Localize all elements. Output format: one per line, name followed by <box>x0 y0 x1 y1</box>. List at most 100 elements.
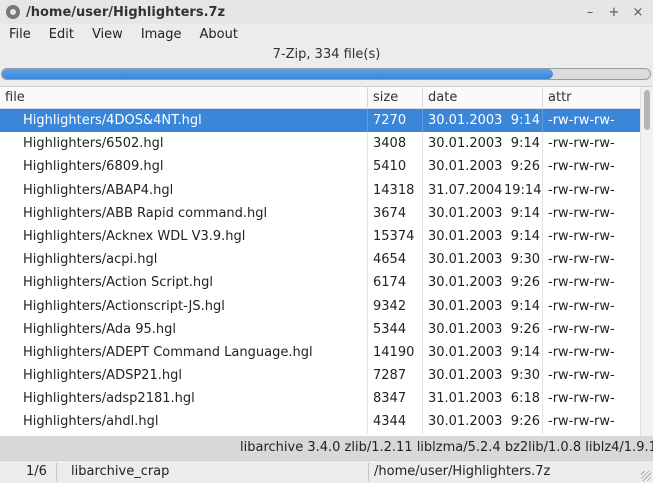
cell-size: 4654 <box>368 248 423 272</box>
scrollbar-thumb[interactable] <box>644 90 650 130</box>
cell-date: 30.01.2003 9:14 <box>423 201 543 225</box>
cell-date-time: 9:14 <box>510 113 540 128</box>
cell-date-time: 9:30 <box>510 368 540 384</box>
cell-size: 7287 <box>368 364 423 388</box>
column-header-attr[interactable]: attr <box>543 87 640 109</box>
table-row[interactable]: Highlighters/Actionscript-JS.hgl 9342 30.0… <box>0 294 640 318</box>
status-divider <box>56 463 57 481</box>
menu-edit[interactable]: Edit <box>40 27 83 42</box>
cell-date: 31.01.2003 6:18 <box>423 387 543 411</box>
cell-date-day: 30.01.2003 <box>428 344 503 360</box>
cell-date-day: 30.01.2003 <box>428 298 503 314</box>
file-table: file size date attr Highlighters/4DOS&4N… <box>0 86 653 436</box>
table-row[interactable]: Highlighters/Ada 95.hgl 5344 30.01.2003 9:2… <box>0 317 640 341</box>
maximize-button[interactable]: + <box>605 3 623 21</box>
window-title: /home/user/Highlighters.7z <box>26 4 226 20</box>
library-versions: libarchive 3.4.0 zlib/1.2.11 liblzma/5.2… <box>240 440 653 455</box>
cell-date: 30.01.2003 9:26 <box>423 317 543 341</box>
cell-file: Highlighters/6809.hgl <box>0 155 368 179</box>
archive-path: /home/user/Highlighters.7z <box>374 464 551 479</box>
close-button[interactable]: × <box>629 3 647 21</box>
archive-summary: 7-Zip, 334 file(s) <box>272 47 381 62</box>
menu-view[interactable]: View <box>83 27 132 42</box>
cell-size: 5410 <box>368 155 423 179</box>
resize-grip[interactable] <box>641 471 651 481</box>
cell-size: 3408 <box>368 132 423 156</box>
title-bar: /home/user/Highlighters.7z – + × <box>0 0 653 24</box>
app-icon <box>6 5 20 19</box>
cell-size: 3674 <box>368 201 423 225</box>
menu-about[interactable]: About <box>191 27 247 42</box>
cell-date-time: 9:14 <box>510 136 540 152</box>
cell-date-day: 30.01.2003 <box>428 275 503 291</box>
cell-date-time: 19:14 <box>504 182 542 198</box>
minimize-button[interactable]: – <box>581 3 599 21</box>
menu-bar: File Edit View Image About <box>0 24 653 44</box>
cell-date: 30.01.2003 9:26 <box>423 155 543 179</box>
cell-date-time: 9:14 <box>510 228 540 244</box>
cell-file: Highlighters/adsp2181.hgl <box>0 387 368 411</box>
progress-fill <box>2 69 553 79</box>
table-row[interactable]: Highlighters/6502.hgl 3408 30.01.2003 9:14-… <box>0 132 640 156</box>
cell-file: Highlighters/ABAP4.hgl <box>0 178 368 202</box>
cell-date-day: 30.01.2003 <box>428 414 503 430</box>
cell-attr: -rw-rw-rw- <box>548 182 615 198</box>
table-row[interactable]: Highlighters/ahdl.hgl 4344 30.01.2003 9:26-… <box>0 410 640 434</box>
table-row[interactable]: Highlighters/4DOS&4NT.hgl 7270 30.01.2003 9… <box>0 109 640 133</box>
cell-attr: -rw-rw-rw- <box>548 368 615 384</box>
vertical-scrollbar[interactable] <box>640 87 653 436</box>
cell-date-time: 9:26 <box>510 321 540 337</box>
window-controls: – + × <box>581 3 647 21</box>
cell-date-day: 31.01.2003 <box>428 391 503 407</box>
cell-date: 30.01.2003 9:14 <box>423 224 543 249</box>
cell-attr: -rw-rw-rw- <box>548 159 615 175</box>
cell-size: 6174 <box>368 271 423 295</box>
page-indicator: 1/6 <box>26 464 47 479</box>
cell-date-time: 9:26 <box>510 275 540 291</box>
cell-date: 30.01.2003 9:30 <box>423 364 543 388</box>
cell-size: 9342 <box>368 294 423 318</box>
table-row[interactable]: Highlighters/adsp2181.hgl 8347 31.01.2003 6… <box>0 387 640 411</box>
table-row[interactable]: Highlighters/acpi.hgl 4654 30.01.2003 9:30-… <box>0 248 640 272</box>
column-header-file[interactable]: file <box>0 87 368 109</box>
cell-attr: -rw-rw-rw- <box>548 321 615 337</box>
cell-date: 31.07.2004 19:14 <box>423 178 543 202</box>
cell-date-day: 30.01.2003 <box>428 205 503 221</box>
cell-attr: -rw-rw-rw- <box>548 344 615 360</box>
column-header-size[interactable]: size <box>368 87 423 109</box>
cell-file: Highlighters/ABB Rapid command.hgl <box>0 201 368 225</box>
cell-date-day: 31.07.2004 <box>428 182 503 198</box>
cell-file: Highlighters/Action Script.hgl <box>0 271 368 295</box>
menu-image[interactable]: Image <box>132 27 191 42</box>
status-bar: 1/6 libarchive_crap /home/user/Highlight… <box>0 460 653 483</box>
cell-date-day: 30.01.2003 <box>428 368 503 384</box>
cell-attr: -rw-rw-rw- <box>548 414 615 430</box>
cell-date-time: 9:14 <box>510 298 540 314</box>
cell-date: 30.01.2003 9:14 <box>423 109 543 133</box>
table-row[interactable]: Highlighters/6809.hgl 5410 30.01.2003 9:26-… <box>0 155 640 179</box>
cell-date-day: 30.01.2003 <box>428 252 503 268</box>
cell-file: Highlighters/Actionscript-JS.hgl <box>0 294 368 318</box>
table-row[interactable]: Highlighters/ABAP4.hgl 14318 31.07.2004 19:… <box>0 178 640 202</box>
cell-file: Highlighters/6502.hgl <box>0 132 368 156</box>
table-row[interactable]: Highlighters/ADEPT Command Language.hgl 1… <box>0 340 640 365</box>
cell-size: 15374 <box>368 224 423 249</box>
cell-date-day: 30.01.2003 <box>428 321 503 337</box>
cell-date-time: 9:26 <box>510 414 540 430</box>
column-header-date[interactable]: date <box>423 87 543 109</box>
menu-file[interactable]: File <box>0 27 40 42</box>
cell-size: 14318 <box>368 178 423 202</box>
cell-size: 7270 <box>368 109 423 133</box>
table-row[interactable]: Highlighters/ADSP21.hgl 7287 30.01.2003 9:3… <box>0 364 640 388</box>
table-row[interactable]: Highlighters/Action Script.hgl 6174 30.01.… <box>0 271 640 295</box>
plugin-info-bar: libarchive 3.4.0 zlib/1.2.11 liblzma/5.2… <box>0 436 653 460</box>
cell-file: Highlighters/Acknex WDL V3.9.hgl <box>0 224 368 249</box>
cell-attr: -rw-rw-rw- <box>548 136 615 152</box>
status-divider <box>368 463 369 481</box>
cell-date-time: 9:26 <box>510 159 540 175</box>
table-row[interactable]: Highlighters/Acknex WDL V3.9.hgl 15374 30.… <box>0 224 640 249</box>
table-row[interactable]: Highlighters/ABB Rapid command.hgl 3674 30… <box>0 201 640 225</box>
cell-date: 30.01.2003 9:14 <box>423 132 543 156</box>
cell-date-time: 9:14 <box>510 205 540 221</box>
cell-file: Highlighters/ahdl.hgl <box>0 410 368 434</box>
